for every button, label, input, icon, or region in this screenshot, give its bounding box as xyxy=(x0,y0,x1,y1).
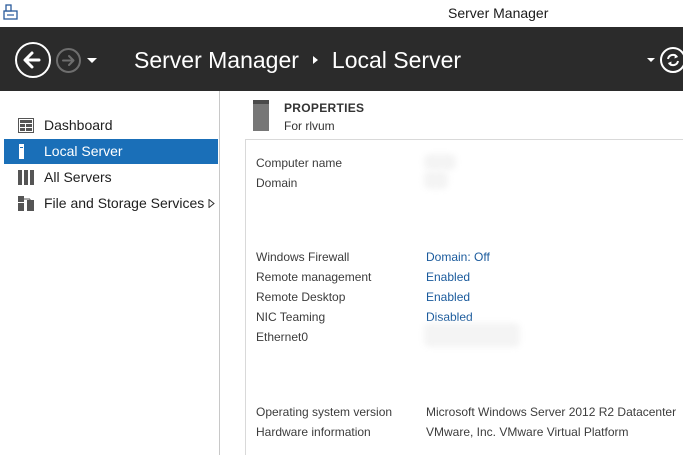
prop-value-os-version: Microsoft Windows Server 2012 R2 Datacen… xyxy=(426,405,677,419)
refresh-button[interactable] xyxy=(660,47,683,73)
prop-label-remote-management: Remote management xyxy=(256,270,372,284)
prop-label-ethernet0: Ethernet0 xyxy=(256,330,309,344)
nav-label-dashboard: Dashboard xyxy=(44,117,113,133)
server-manager-app-icon[interactable] xyxy=(2,3,20,21)
back-button[interactable] xyxy=(15,42,51,78)
navigation-pane: Dashboard Local Server All Servers File … xyxy=(0,91,220,455)
expand-arrow-icon[interactable] xyxy=(208,199,215,208)
breadcrumb: Server Manager Local Server xyxy=(134,45,461,75)
header-bar: Server Manager Local Server xyxy=(0,27,683,91)
nav-label-file-storage: File and Storage Services xyxy=(44,195,205,211)
breadcrumb-local-server: Local Server xyxy=(331,46,462,73)
prop-value-nic-teaming[interactable]: Disabled xyxy=(426,310,473,324)
computer-name-value-redacted[interactable] xyxy=(424,154,456,170)
nav-label-all-servers: All Servers xyxy=(44,169,112,185)
title-bar: Server Manager xyxy=(0,0,683,27)
dashboard-icon xyxy=(18,118,34,133)
nav-item-file-storage[interactable]: File and Storage Services xyxy=(4,191,218,216)
prop-label-os-version: Operating system version xyxy=(256,405,393,419)
prop-label-remote-desktop: Remote Desktop xyxy=(256,290,346,304)
window-title: Server Manager xyxy=(448,5,549,21)
properties-subtitle: For rlvum xyxy=(284,119,335,133)
breadcrumb-separator-icon xyxy=(312,56,318,64)
forward-arrow-icon xyxy=(62,55,75,66)
prop-label-computer-name: Computer name xyxy=(256,156,343,170)
nav-item-local-server[interactable]: Local Server xyxy=(4,139,218,164)
forward-button[interactable] xyxy=(56,48,81,73)
ethernet0-value-redacted[interactable] xyxy=(424,323,520,347)
main-panel: PROPERTIES For rlvum Computer name Domai… xyxy=(221,91,683,455)
prop-label-domain: Domain xyxy=(256,176,298,190)
properties-title: PROPERTIES xyxy=(284,101,365,115)
all-servers-icon xyxy=(18,170,34,185)
nav-item-all-servers[interactable]: All Servers xyxy=(4,165,218,190)
prop-label-windows-firewall: Windows Firewall xyxy=(256,250,350,264)
breadcrumb-server-manager[interactable]: Server Manager xyxy=(134,47,299,74)
file-storage-icon xyxy=(18,196,34,211)
prop-label-hardware-info: Hardware information xyxy=(256,425,371,439)
server-tile-icon xyxy=(253,100,269,131)
history-dropdown-icon[interactable] xyxy=(85,54,99,66)
refresh-icon xyxy=(667,53,679,67)
back-arrow-icon xyxy=(23,51,41,69)
local-server-icon xyxy=(19,144,24,159)
nav-item-dashboard[interactable]: Dashboard xyxy=(4,113,218,138)
refresh-dropdown-icon[interactable] xyxy=(646,56,656,64)
prop-value-hardware-info: VMware, Inc. VMware Virtual Platform xyxy=(426,425,629,439)
nav-label-local-server: Local Server xyxy=(44,143,123,159)
prop-value-remote-desktop[interactable]: Enabled xyxy=(426,290,470,304)
prop-value-windows-firewall[interactable]: Domain: Off xyxy=(426,250,490,264)
prop-label-nic-teaming: NIC Teaming xyxy=(256,310,326,324)
prop-value-remote-management[interactable]: Enabled xyxy=(426,270,470,284)
domain-value-redacted[interactable] xyxy=(424,171,448,189)
